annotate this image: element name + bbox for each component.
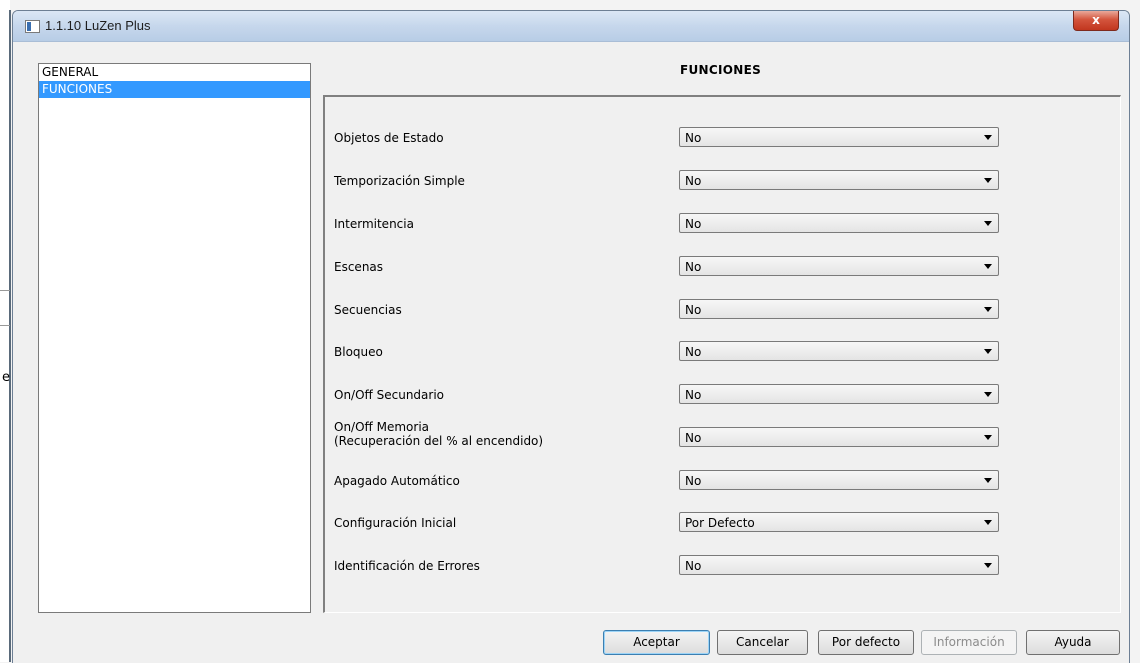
- temporizacion-simple-select[interactable]: No: [679, 170, 999, 190]
- dropdown-arrow-icon: [984, 135, 992, 140]
- dropdown-arrow-icon: [984, 307, 992, 312]
- nav-item-general[interactable]: GENERAL: [39, 64, 310, 81]
- help-button[interactable]: Ayuda: [1026, 630, 1120, 655]
- param-label: Objetos de Estado: [334, 131, 444, 145]
- dropdown-arrow-icon: [984, 435, 992, 440]
- secuencias-select[interactable]: No: [679, 299, 999, 319]
- param-label: Identificación de Errores: [334, 559, 480, 573]
- dropdown-arrow-icon: [984, 520, 992, 525]
- select-value: No: [685, 559, 702, 573]
- configuracion-inicial-select[interactable]: Por Defecto: [679, 512, 999, 532]
- param-label: Escenas: [334, 260, 384, 274]
- identificacion-errores-select[interactable]: No: [679, 555, 999, 575]
- nav-item-funciones[interactable]: FUNCIONES: [39, 81, 310, 98]
- param-label: Bloqueo: [334, 345, 383, 359]
- parameters-panel: Objetos de Estado No Temporización Simpl…: [323, 95, 1121, 613]
- select-value: No: [685, 131, 702, 145]
- objetos-estado-select[interactable]: No: [679, 127, 999, 147]
- title-bar[interactable]: 1.1.10 LuZen Plus x: [13, 11, 1129, 42]
- dropdown-arrow-icon: [984, 478, 992, 483]
- navigation-tree: GENERAL FUNCIONES: [38, 63, 311, 613]
- bloqueo-select[interactable]: No: [679, 341, 999, 361]
- select-value: No: [685, 217, 702, 231]
- select-value: No: [685, 260, 702, 274]
- cancel-button[interactable]: Cancelar: [717, 630, 808, 655]
- select-value: No: [685, 303, 702, 317]
- defaults-button[interactable]: Por defecto: [818, 630, 914, 655]
- param-label: Temporización Simple: [334, 174, 465, 188]
- onoff-secundario-select[interactable]: No: [679, 384, 999, 404]
- accept-button[interactable]: Aceptar: [603, 630, 710, 655]
- intermitencia-select[interactable]: No: [679, 213, 999, 233]
- select-value: No: [685, 174, 702, 188]
- background-divider: [0, 290, 10, 291]
- close-button[interactable]: x: [1073, 11, 1119, 31]
- select-value: No: [685, 431, 702, 445]
- info-button: Información: [921, 630, 1017, 655]
- onoff-memoria-select[interactable]: No: [679, 427, 999, 447]
- param-label: Configuración Inicial: [334, 516, 457, 530]
- dropdown-arrow-icon: [984, 221, 992, 226]
- param-label-line1: On/Off Memoria: [334, 420, 430, 434]
- param-label: Apagado Automático: [334, 474, 460, 488]
- background-divider: [0, 325, 10, 326]
- dialog-window: 1.1.10 LuZen Plus x GENERAL FUNCIONES FU…: [12, 10, 1130, 663]
- apagado-automatico-select[interactable]: No: [679, 470, 999, 490]
- dropdown-arrow-icon: [984, 349, 992, 354]
- param-label: Secuencias: [334, 303, 402, 317]
- dropdown-arrow-icon: [984, 392, 992, 397]
- select-value: No: [685, 474, 702, 488]
- app-icon: [25, 20, 40, 33]
- select-value: Por Defecto: [685, 516, 755, 530]
- dropdown-arrow-icon: [984, 264, 992, 269]
- select-value: No: [685, 345, 702, 359]
- param-label-line2: (Recuperación del % al encendido): [334, 434, 544, 448]
- escenas-select[interactable]: No: [679, 256, 999, 276]
- dropdown-arrow-icon: [984, 178, 992, 183]
- param-label: Intermitencia: [334, 217, 414, 231]
- section-title: FUNCIONES: [679, 63, 762, 77]
- param-label: On/Off Memoria (Recuperación del % al en…: [334, 420, 543, 448]
- dropdown-arrow-icon: [984, 563, 992, 568]
- background-text: e: [2, 370, 10, 385]
- select-value: No: [685, 388, 702, 402]
- param-label: On/Off Secundario: [334, 388, 445, 402]
- background-window-border: [9, 10, 11, 662]
- window-title: 1.1.10 LuZen Plus: [45, 18, 151, 33]
